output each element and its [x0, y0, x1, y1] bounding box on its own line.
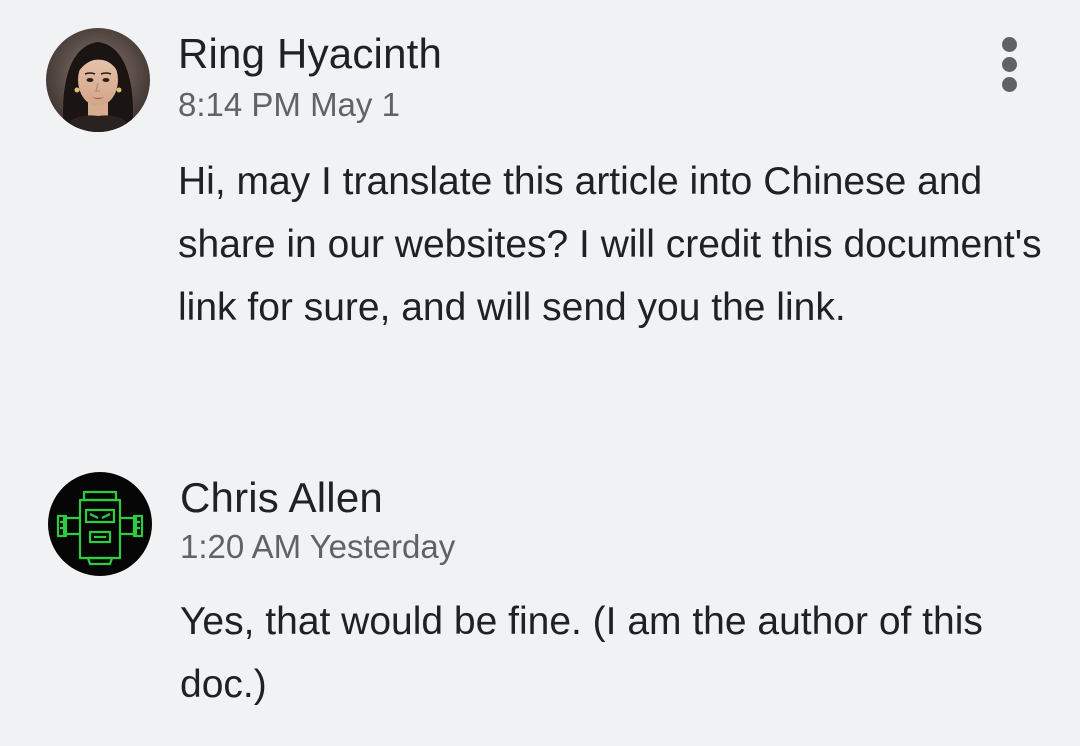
comment-timestamp: 8:14 PM May 1 — [178, 86, 400, 123]
more-options-button[interactable] — [990, 32, 1030, 98]
more-vert-icon — [1002, 37, 1017, 52]
more-vert-icon-dot — [1002, 57, 1017, 72]
comment-timestamp: 1:20 AM Yesterday — [180, 528, 456, 565]
comment-text: Hi, may I translate this article into Ch… — [178, 160, 1042, 329]
avatar[interactable] — [48, 472, 152, 576]
green-robot-icon — [48, 472, 152, 576]
comment-text: Yes, that would be fine. (I am the autho… — [180, 600, 983, 706]
user-photo-icon — [46, 28, 150, 132]
avatar[interactable] — [46, 28, 150, 132]
author-name: Ring Hyacinth — [178, 30, 443, 77]
more-vert-icon-dot — [1002, 77, 1017, 92]
author-name: Chris Allen — [180, 474, 383, 521]
comment-thread: Ring Hyacinth 8:14 PM May 1 Hi, may I tr… — [0, 0, 1080, 746]
